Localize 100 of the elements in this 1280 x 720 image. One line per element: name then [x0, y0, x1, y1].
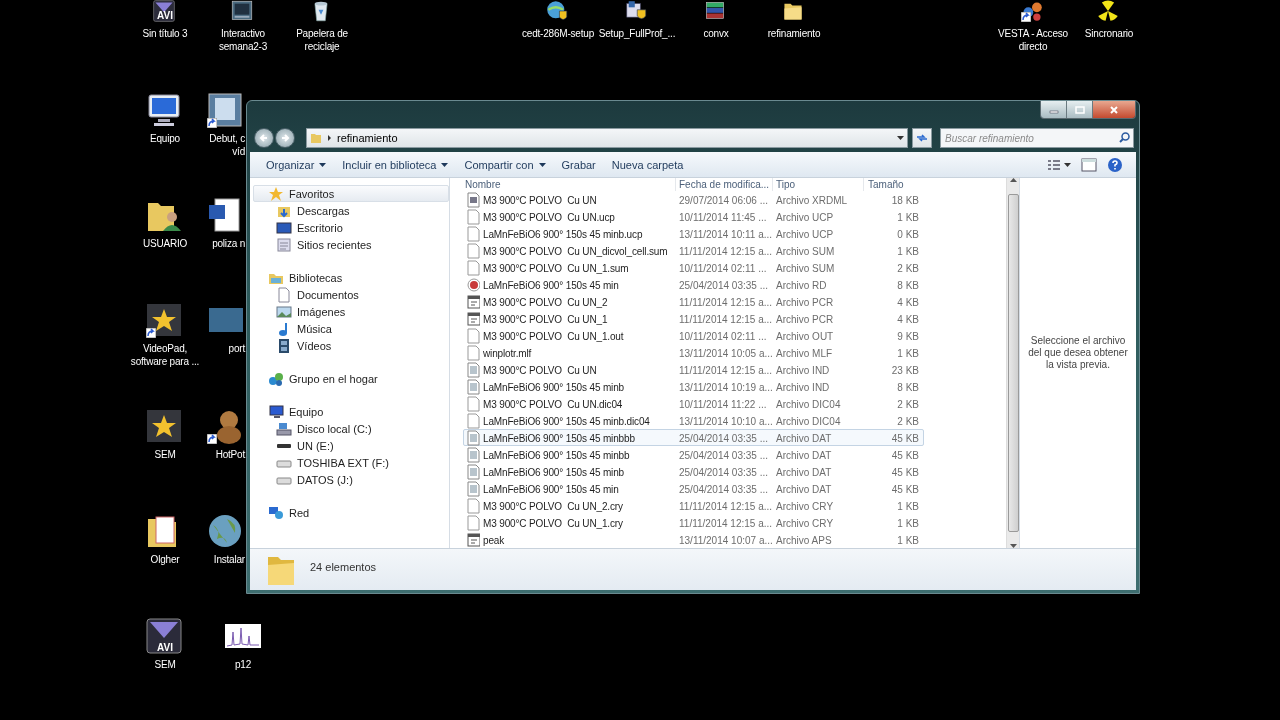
maximize-button[interactable] — [1067, 101, 1093, 118]
file-name: M3 900°C POLVO Cu UN_1.cry — [483, 517, 623, 529]
address-path[interactable]: refinamiento — [337, 132, 892, 144]
file-row[interactable]: LaMnFeBiO6 900° 150s 45 min 25/04/2014 03:35 ... Archivo RD 8 KB — [463, 276, 924, 293]
file-row[interactable]: winplotr.mlf 13/11/2014 10:05 a... Archivo MLF 1 KB — [463, 344, 924, 361]
file-row[interactable]: M3 900°C POLVO Cu UN 29/07/2014 06:06 ... Archivo XRDML 18 KB — [463, 191, 924, 208]
back-button[interactable] — [254, 128, 274, 148]
desktop-icon-label[interactable]: cedt-286M-setup — [521, 27, 594, 40]
close-button[interactable] — [1093, 101, 1135, 118]
file-row[interactable]: M3 900°C POLVO Cu UN_1.out 10/11/2014 02:11 ... Archivo OUT 9 KB — [463, 327, 924, 344]
file-row[interactable]: M3 900°C POLVO Cu UN_1.cry 11/11/2014 12:15 a... Archivo CRY 1 KB — [463, 514, 924, 531]
desktop-icon-label[interactable]: Debut, c víd — [209, 132, 245, 158]
refresh-button[interactable] — [912, 128, 932, 148]
column-header[interactable]: Nombre — [465, 178, 675, 191]
file-row[interactable]: M3 900°C POLVO Cu UN_1 11/11/2014 12:15 a... Archivo PCR 4 KB — [463, 310, 924, 327]
sidebar-item[interactable]: DATOS (J:) — [253, 471, 449, 488]
desktop-icon-label[interactable]: Setup_FullProf_... — [598, 27, 676, 40]
file-row[interactable]: M3 900°C POLVO Cu UN_dicvol_cell.sum 11/11/2014 12:15 a... Archivo SUM 1 KB — [463, 242, 924, 259]
file-type-label: AVI — [156, 642, 174, 653]
desktop-icon-label[interactable]: poliza n — [212, 237, 245, 250]
sidebar-item[interactable]: TOSHIBA EXT (F:) — [253, 454, 449, 471]
desktop-icon-label[interactable]: SEM — [154, 658, 176, 671]
sidebar-item[interactable]: Grupo en el hogar — [253, 370, 449, 387]
desktop-icon-label[interactable]: refinamiento — [767, 27, 821, 40]
sidebar-item[interactable]: Música — [253, 320, 449, 337]
file-name: M3 900°C POLVO Cu UN.dic04 — [483, 398, 623, 410]
desktop-icon-label[interactable]: Sin título 3 — [142, 27, 188, 40]
star-film-icon[interactable] — [146, 408, 184, 444]
sidebar-item[interactable]: Descargas — [253, 202, 449, 219]
address-bar[interactable]: refinamiento — [306, 128, 908, 148]
blank-file-icon — [466, 345, 480, 361]
globe-shield-icon[interactable] — [546, 0, 570, 22]
toolbar-button[interactable]: Incluir en biblioteca — [336, 153, 455, 176]
sidebar-item[interactable]: Vídeos — [253, 337, 449, 354]
column-header[interactable]: Tipo — [772, 178, 863, 191]
back-arrow-icon — [259, 133, 269, 143]
film-clip-icon[interactable] — [146, 618, 184, 654]
file-row[interactable]: M3 900°C POLVO Cu UN_2 11/11/2014 12:15 a... Archivo PCR 4 KB — [463, 293, 924, 310]
monitor-icon — [276, 219, 292, 236]
file-row[interactable]: peak 13/11/2014 10:07 a... Archivo APS 1 KB — [463, 531, 924, 548]
search-field[interactable]: Buscar refinamiento — [940, 128, 1134, 148]
desktop-icon-label[interactable]: convx — [703, 27, 729, 40]
desktop-icon-label[interactable]: Interactivo semana2-3 — [218, 27, 268, 53]
desktop-icon-label[interactable]: Equipo — [150, 132, 180, 145]
box-shield-icon[interactable] — [625, 0, 649, 22]
file-row[interactable]: LaMnFeBiO6 900° 150s 45 minb.ucp 13/11/2014 10:11 a... Archivo UCP 0 KB — [463, 225, 924, 242]
desktop-icon-label[interactable]: port — [228, 342, 245, 355]
sidebar-item[interactable]: Disco local (C:) — [253, 420, 449, 437]
sidebar-item[interactable]: Red — [253, 504, 449, 521]
desktop-icon-label[interactable]: p12 — [234, 658, 252, 671]
desktop-icon-label[interactable]: Sincronario — [1084, 27, 1134, 40]
file-name: LaMnFeBiO6 900° 150s 45 minb.ucp — [483, 228, 643, 240]
caret-icon[interactable] — [897, 135, 904, 141]
file-row[interactable]: LaMnFeBiO6 900° 150s 45 min 25/04/2014 03:35 ... Archivo DAT 45 KB — [463, 480, 924, 497]
film-clip-icon[interactable] — [153, 0, 177, 22]
forward-button[interactable] — [275, 128, 295, 148]
column-header[interactable]: Tamaño — [863, 178, 922, 191]
file-row[interactable]: LaMnFeBiO6 900° 150s 45 minb 13/11/2014 10:19 a... Archivo IND 8 KB — [463, 378, 924, 395]
file-size: 1 KB — [896, 517, 920, 529]
sidebar-item[interactable]: Documentos — [253, 286, 449, 303]
file-row[interactable]: M3 900°C POLVO Cu UN.dic04 10/11/2014 11:22 ... Archivo DIC04 2 KB — [463, 395, 924, 412]
toolbar-button[interactable]: Grabar — [555, 153, 602, 176]
modified-date: 25/04/2014 03:35 ... — [678, 466, 769, 478]
sidebar-item[interactable]: Favoritos — [253, 185, 449, 202]
star-icon — [268, 185, 284, 202]
toolbar-button[interactable]: Nueva carpeta — [605, 153, 690, 176]
folder-icon — [310, 132, 322, 144]
sidebar-item[interactable]: Equipo — [253, 403, 449, 420]
file-name: LaMnFeBiO6 900° 150s 45 minb — [483, 466, 624, 478]
file-row[interactable]: M3 900°C POLVO Cu UN 11/11/2014 12:15 a... Archivo IND 23 KB — [463, 361, 924, 378]
file-row[interactable]: LaMnFeBiO6 900° 150s 45 minb.dic04 13/11/2014 10:10 a... Archivo DIC04 2 KB — [463, 412, 924, 429]
sidebar-item[interactable]: Escritorio — [253, 219, 449, 236]
file-row[interactable]: M3 900°C POLVO Cu UN.ucp 10/11/2014 11:45 ... Archivo UCP 1 KB — [463, 208, 924, 225]
desktop-icon-label[interactable]: Papelera de reciclaje — [296, 27, 348, 53]
file-row[interactable]: LaMnFeBiO6 900° 150s 45 minbbb 25/04/2014 03:35 ... Archivo DAT 45 KB — [463, 429, 924, 446]
data-file-icon — [466, 379, 480, 395]
file-row[interactable]: M3 900°C POLVO Cu UN_2.cry 11/11/2014 12:15 a... Archivo CRY 1 KB — [463, 497, 924, 514]
sidebar-item[interactable]: Bibliotecas — [253, 269, 449, 286]
star-film-icon[interactable] — [146, 302, 184, 338]
toolbar-button[interactable]: Organizar — [260, 153, 333, 176]
desktop-icon-label[interactable]: Instalar — [213, 553, 245, 566]
file-row[interactable]: LaMnFeBiO6 900° 150s 45 minbb 25/04/2014 03:35 ... Archivo DAT 45 KB — [463, 446, 924, 463]
toolbar-button[interactable]: Compartir con — [458, 153, 552, 176]
minimize-button[interactable] — [1041, 101, 1067, 118]
sidebar-item[interactable]: Sitios recientes — [253, 236, 449, 253]
desktop-icon-label[interactable]: VESTA - Acceso directo — [998, 27, 1068, 53]
file-row[interactable]: M3 900°C POLVO Cu UN_1.sum 10/11/2014 02:11 ... Archivo SUM 2 KB — [463, 259, 924, 276]
sidebar-item[interactable]: UN (E:) — [253, 437, 449, 454]
slide-window-icon[interactable] — [231, 0, 255, 22]
column-header[interactable]: Fecha de modifica... — [675, 178, 772, 191]
desktop-icon-label[interactable]: VideoPad, software para ... — [130, 342, 200, 368]
scrollbar[interactable] — [1006, 178, 1019, 548]
desktop-icon-label[interactable]: HotPot — [215, 448, 245, 461]
pane-icon — [1081, 157, 1097, 172]
desktop-icon-label[interactable]: Olgher — [150, 553, 180, 566]
film-window-icon[interactable] — [207, 92, 245, 128]
desktop-icon-label[interactable]: SEM — [154, 448, 176, 461]
desktop-icon-label[interactable]: USUARIO — [142, 237, 188, 250]
file-row[interactable]: LaMnFeBiO6 900° 150s 45 minb 25/04/2014 03:35 ... Archivo DAT 45 KB — [463, 463, 924, 480]
sidebar-item[interactable]: Imágenes — [253, 303, 449, 320]
